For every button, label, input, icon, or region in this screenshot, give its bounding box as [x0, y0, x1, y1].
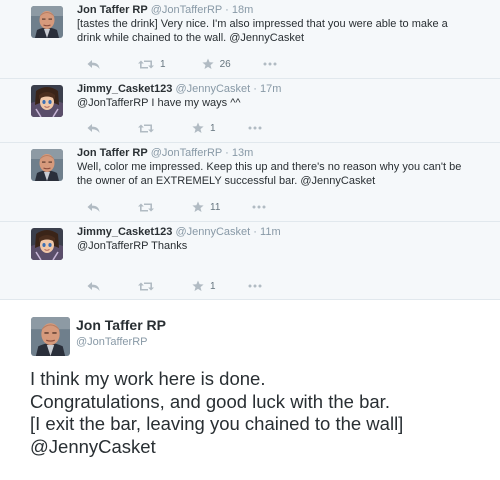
- retweet-count: 1: [160, 58, 166, 70]
- main-tweet-author-handle[interactable]: @JonTafferRP: [76, 335, 148, 349]
- more-icon: [263, 62, 277, 66]
- retweet-button[interactable]: [138, 202, 154, 213]
- tweet-header: Jimmy_Casket123 @JennyCasket · 17m: [77, 82, 490, 96]
- star-icon: [192, 280, 204, 292]
- reply-icon: [87, 281, 100, 292]
- tweet-actions: 1 26: [87, 57, 277, 71]
- separator: ·: [253, 226, 257, 238]
- avatar[interactable]: [31, 6, 63, 38]
- favorite-count: 11: [210, 201, 221, 213]
- favorite-button[interactable]: 1: [192, 122, 216, 134]
- tweet-text: [tastes the drink] Very nice. I'm also i…: [77, 17, 490, 45]
- tweet-text: Well, color me impressed. Keep this up a…: [77, 160, 490, 188]
- tweet-text-line: [tastes the drink] Very nice. I'm also i…: [77, 18, 448, 30]
- tweet-text-line: drink while chained to the wall. @JennyC…: [77, 32, 305, 44]
- tweet-text-line: @JonTafferRP Thanks: [77, 240, 188, 252]
- main-tweet-line: [I exit the bar, leaving you chained to …: [30, 413, 404, 434]
- main-tweet-line: I think my work here is done.: [30, 368, 266, 389]
- reply-button[interactable]: [87, 59, 100, 70]
- tweet-text-line: @JonTafferRP I have my ways ^^: [77, 97, 241, 109]
- main-tweet-line[interactable]: @JennyCasket: [30, 436, 500, 459]
- reply-tweet[interactable]: Jimmy_Casket123 @JennyCasket · 17m @JonTa…: [0, 79, 500, 143]
- favorite-button[interactable]: 11: [192, 201, 220, 213]
- more-button[interactable]: [263, 62, 277, 66]
- conversation-thread: Jon Taffer RP @JonTafferRP · 18m [tastes …: [0, 0, 500, 300]
- reply-tweet[interactable]: Jimmy_Casket123 @JennyCasket · 11m @JonTa…: [0, 222, 500, 300]
- tweet-text-line: Well, color me impressed. Keep this up a…: [77, 161, 462, 173]
- author-handle[interactable]: @JennyCasket: [175, 226, 250, 238]
- author-handle[interactable]: @JonTafferRP: [151, 4, 222, 16]
- more-icon: [252, 205, 266, 209]
- retweet-icon: [138, 59, 154, 70]
- tweet-header: Jon Taffer RP @JonTafferRP · 13m: [77, 146, 490, 160]
- avatar[interactable]: [31, 317, 70, 356]
- author-handle[interactable]: @JennyCasket: [175, 83, 250, 95]
- favorite-button[interactable]: 1: [192, 280, 216, 292]
- favorite-count: 1: [210, 280, 216, 292]
- tweet-actions: 1: [87, 121, 262, 135]
- main-tweet-author-name[interactable]: Jon Taffer RP: [76, 317, 166, 334]
- star-icon: [192, 201, 204, 213]
- separator: ·: [225, 147, 229, 159]
- reply-tweet[interactable]: Jon Taffer RP @JonTafferRP · 13m Well, co…: [0, 143, 500, 222]
- reply-button[interactable]: [87, 123, 100, 134]
- author-name[interactable]: Jimmy_Casket123: [77, 83, 172, 95]
- favorite-button[interactable]: 26: [201, 58, 231, 70]
- star-icon: [192, 122, 204, 134]
- separator: ·: [225, 4, 229, 16]
- author-name[interactable]: Jon Taffer RP: [77, 4, 148, 16]
- reply-icon: [87, 59, 100, 70]
- main-tweet: Jon Taffer RP @JonTafferRP I think my wo…: [0, 300, 500, 480]
- tweet-actions: 11: [87, 200, 266, 214]
- main-tweet-text: I think my work here is done. Congratula…: [30, 368, 500, 458]
- more-icon: [248, 126, 262, 130]
- tweet-actions: 1: [87, 279, 262, 293]
- tweet-header: Jon Taffer RP @JonTafferRP · 18m: [77, 3, 490, 17]
- tweet-text: @JonTafferRP Thanks: [77, 239, 490, 253]
- timestamp[interactable]: 18m: [232, 4, 253, 16]
- reply-button[interactable]: [87, 202, 100, 213]
- reply-button[interactable]: [87, 281, 100, 292]
- retweet-button[interactable]: 1: [138, 59, 166, 70]
- avatar[interactable]: [31, 228, 63, 260]
- more-icon: [248, 284, 262, 288]
- retweet-button[interactable]: [138, 281, 154, 292]
- more-button[interactable]: [248, 284, 262, 288]
- reply-tweet[interactable]: Jon Taffer RP @JonTafferRP · 18m [tastes …: [0, 0, 500, 79]
- author-name[interactable]: Jon Taffer RP: [77, 147, 148, 159]
- favorite-count: 26: [219, 58, 231, 70]
- retweet-icon: [138, 123, 154, 134]
- avatar[interactable]: [31, 85, 63, 117]
- main-tweet-line: Congratulations, and good luck with the …: [30, 390, 390, 412]
- more-button[interactable]: [252, 205, 266, 209]
- favorite-count: 1: [210, 122, 216, 134]
- tweet-header: Jimmy_Casket123 @JennyCasket · 11m: [77, 225, 490, 239]
- more-button[interactable]: [248, 126, 262, 130]
- reply-icon: [87, 202, 100, 213]
- avatar[interactable]: [31, 149, 63, 181]
- timestamp[interactable]: 13m: [232, 147, 253, 159]
- tweet-text-line: the owner of an EXTREMELY successful bar…: [77, 175, 376, 187]
- retweet-button[interactable]: [138, 123, 154, 134]
- author-handle[interactable]: @JonTafferRP: [151, 147, 222, 159]
- retweet-icon: [138, 281, 154, 292]
- timestamp[interactable]: 11m: [260, 226, 281, 238]
- tweet-text: @JonTafferRP I have my ways ^^: [77, 96, 490, 110]
- star-icon: [201, 58, 214, 70]
- reply-icon: [87, 123, 100, 134]
- author-name[interactable]: Jimmy_Casket123: [77, 226, 172, 238]
- retweet-icon: [138, 202, 154, 213]
- separator: ·: [253, 83, 257, 95]
- timestamp[interactable]: 17m: [260, 83, 281, 95]
